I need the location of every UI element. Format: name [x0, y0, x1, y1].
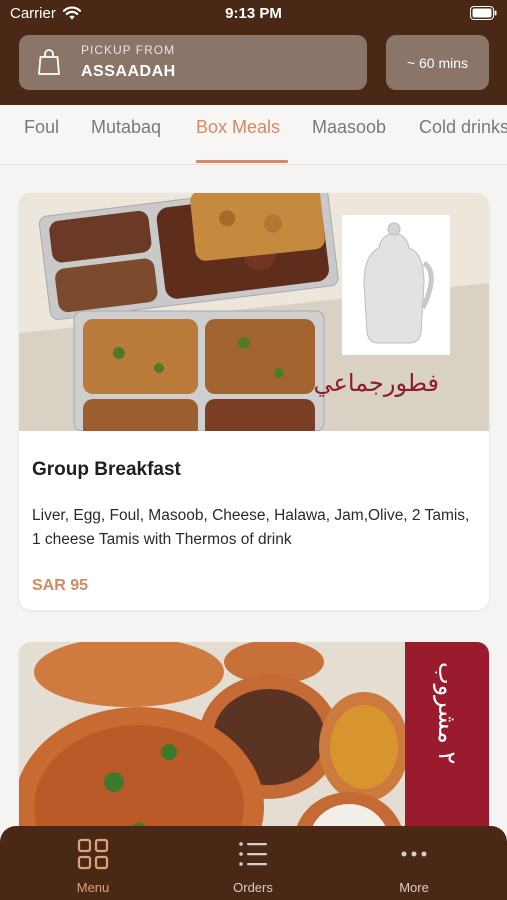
shopping-bag-icon — [38, 49, 60, 75]
time-estimate-button[interactable]: ~ 60 mins — [386, 35, 489, 90]
item-title: Group Breakfast — [32, 459, 181, 480]
status-time: 9:13 PM — [225, 5, 282, 22]
tab-mutabaq[interactable]: Mutabaq — [91, 117, 161, 138]
nav-label: Orders — [233, 880, 273, 895]
menu-item-card[interactable]: فطورجماعي Group Breakfast Liver, Egg, Fo… — [19, 193, 489, 610]
food-photo: فطورجماعي — [19, 193, 489, 431]
active-tab-indicator — [196, 160, 288, 163]
grid-icon — [77, 838, 109, 870]
menu-item-image: فطورجماعي — [19, 193, 489, 431]
image-caption: فطورجماعي — [314, 369, 440, 397]
nav-orders[interactable]: Orders — [203, 826, 303, 900]
tab-foul[interactable]: Foul — [24, 117, 59, 138]
status-bar: Carrier 9:13 PM — [0, 0, 507, 28]
more-dots-icon — [401, 851, 427, 857]
pickup-location-selector[interactable]: PICKUP FROM ASSAADAH — [19, 35, 367, 90]
menu-list[interactable]: فطورجماعي Group Breakfast Liver, Egg, Fo… — [0, 166, 507, 826]
nav-more[interactable]: More — [364, 826, 464, 900]
food-photo: ٢ مشروب — [19, 642, 489, 826]
bottom-navigation: Menu Orders More — [0, 826, 507, 900]
item-price: SAR 95 — [32, 577, 89, 594]
item-description: Liver, Egg, Foul, Masoob, Cheese, Halawa… — [32, 507, 470, 548]
pickup-label: PICKUP FROM — [81, 43, 176, 57]
tab-box-meals[interactable]: Box Meals — [196, 117, 280, 138]
battery-icon — [470, 6, 497, 20]
tab-cold-drinks[interactable]: Cold drinks — [419, 117, 507, 138]
menu-item-card[interactable]: ٢ مشروب — [19, 642, 489, 826]
nav-label: More — [399, 880, 429, 895]
menu-item-image: ٢ مشروب — [19, 642, 489, 826]
tab-maasoob[interactable]: Maasoob — [312, 117, 386, 138]
image-caption: ٢ مشروب — [433, 662, 461, 764]
nav-menu[interactable]: Menu — [43, 826, 143, 900]
app-header: Carrier 9:13 PM PICKUP FROM ASSAADAH ~ 6… — [0, 0, 507, 105]
nav-label: Menu — [76, 880, 110, 895]
pickup-location: ASSAADAH — [81, 63, 176, 80]
category-tabs: Foul Mutabaq Box Meals Maasoob Cold drin… — [0, 105, 507, 165]
list-icon — [239, 842, 267, 866]
